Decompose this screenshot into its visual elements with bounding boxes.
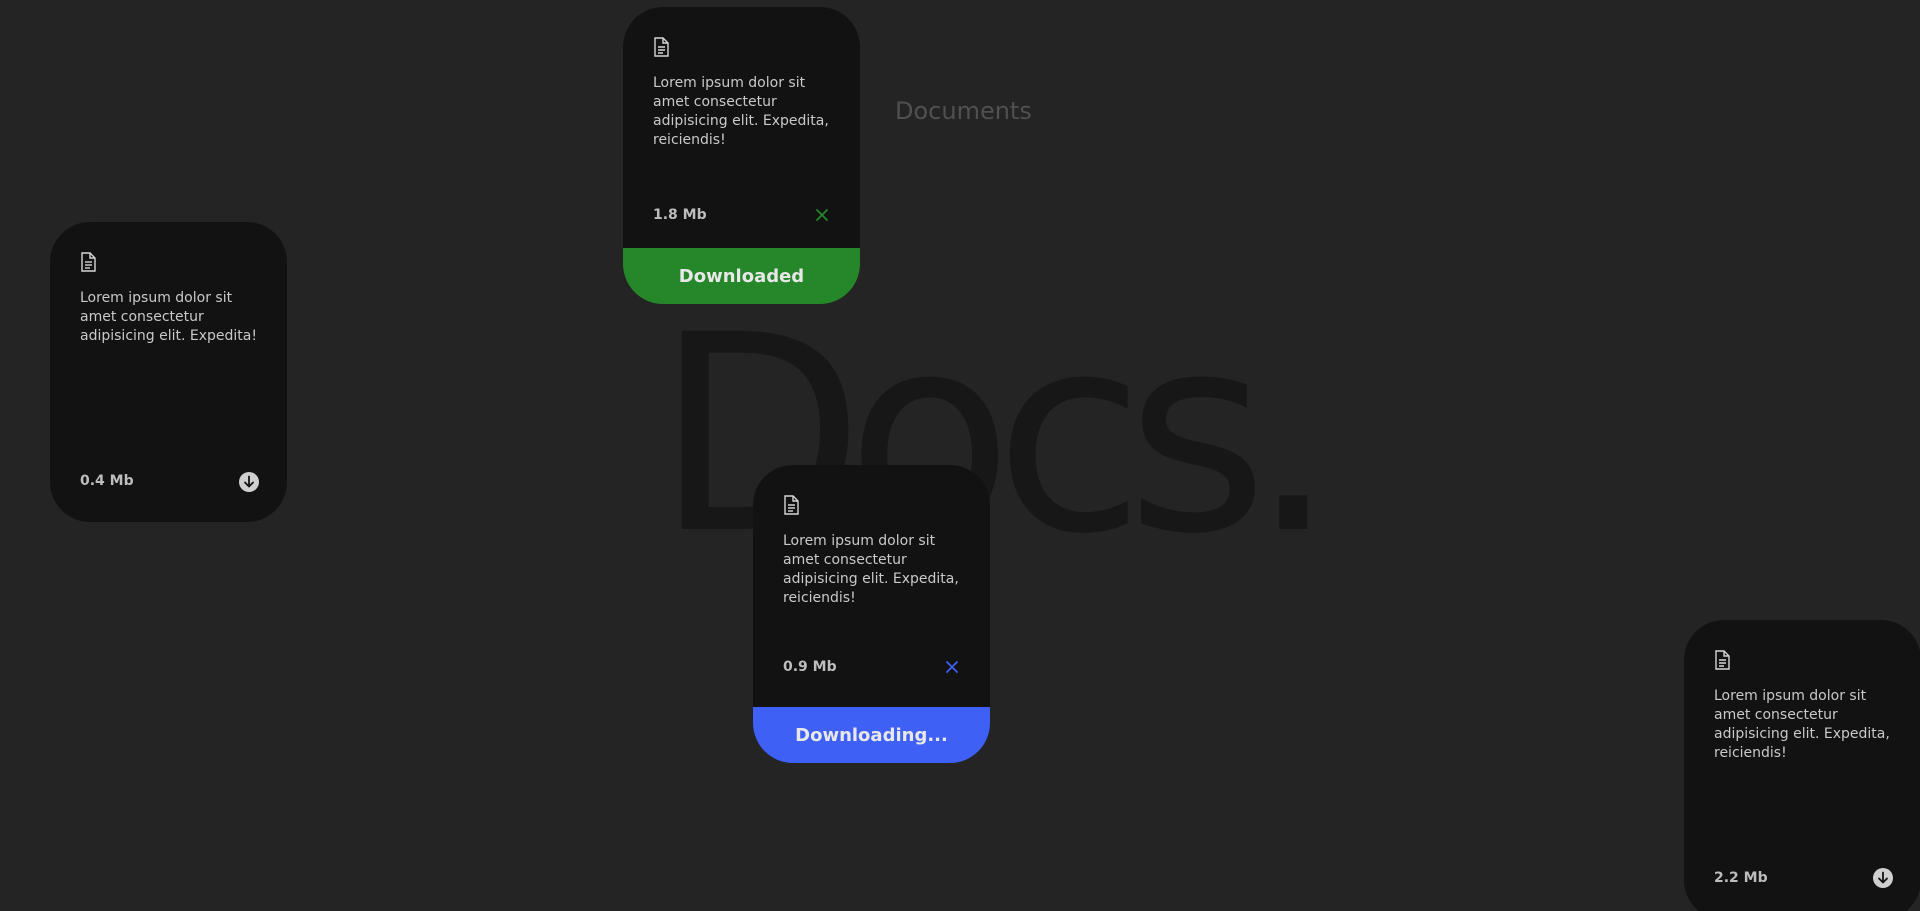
document-description: Lorem ipsum dolor sit amet consectetur a… [1714, 688, 1890, 761]
document-card[interactable]: Lorem ipsum dolor sit amet consectetur a… [50, 222, 287, 522]
document-card[interactable]: Lorem ipsum dolor sit amet consectetur a… [623, 7, 860, 304]
section-title: Documents [895, 97, 1032, 125]
document-icon [1714, 650, 1730, 670]
document-card[interactable]: Lorem ipsum dolor sit amet consectetur a… [753, 465, 990, 763]
document-icon [653, 37, 669, 57]
file-size: 2.2 Mb [1714, 870, 1768, 886]
file-size: 0.9 Mb [783, 659, 837, 675]
downloading-status-button[interactable]: Downloading... [753, 707, 990, 763]
document-icon [80, 252, 96, 272]
file-size: 0.4 Mb [80, 473, 134, 489]
document-icon [783, 495, 799, 515]
document-description: Lorem ipsum dolor sit amet consectetur a… [80, 290, 257, 344]
download-icon[interactable] [239, 472, 259, 492]
close-icon[interactable] [942, 657, 962, 677]
document-description: Lorem ipsum dolor sit amet consectetur a… [653, 75, 829, 148]
document-description: Lorem ipsum dolor sit amet consectetur a… [783, 533, 959, 606]
file-size: 1.8 Mb [653, 207, 707, 223]
downloaded-status-button[interactable]: Downloaded [623, 248, 860, 304]
document-card[interactable]: Lorem ipsum dolor sit amet consectetur a… [1684, 620, 1920, 911]
close-icon[interactable] [812, 205, 832, 225]
page: Docs. Documents Lorem ipsum dolor sit am… [0, 0, 1920, 911]
download-icon[interactable] [1873, 868, 1893, 888]
